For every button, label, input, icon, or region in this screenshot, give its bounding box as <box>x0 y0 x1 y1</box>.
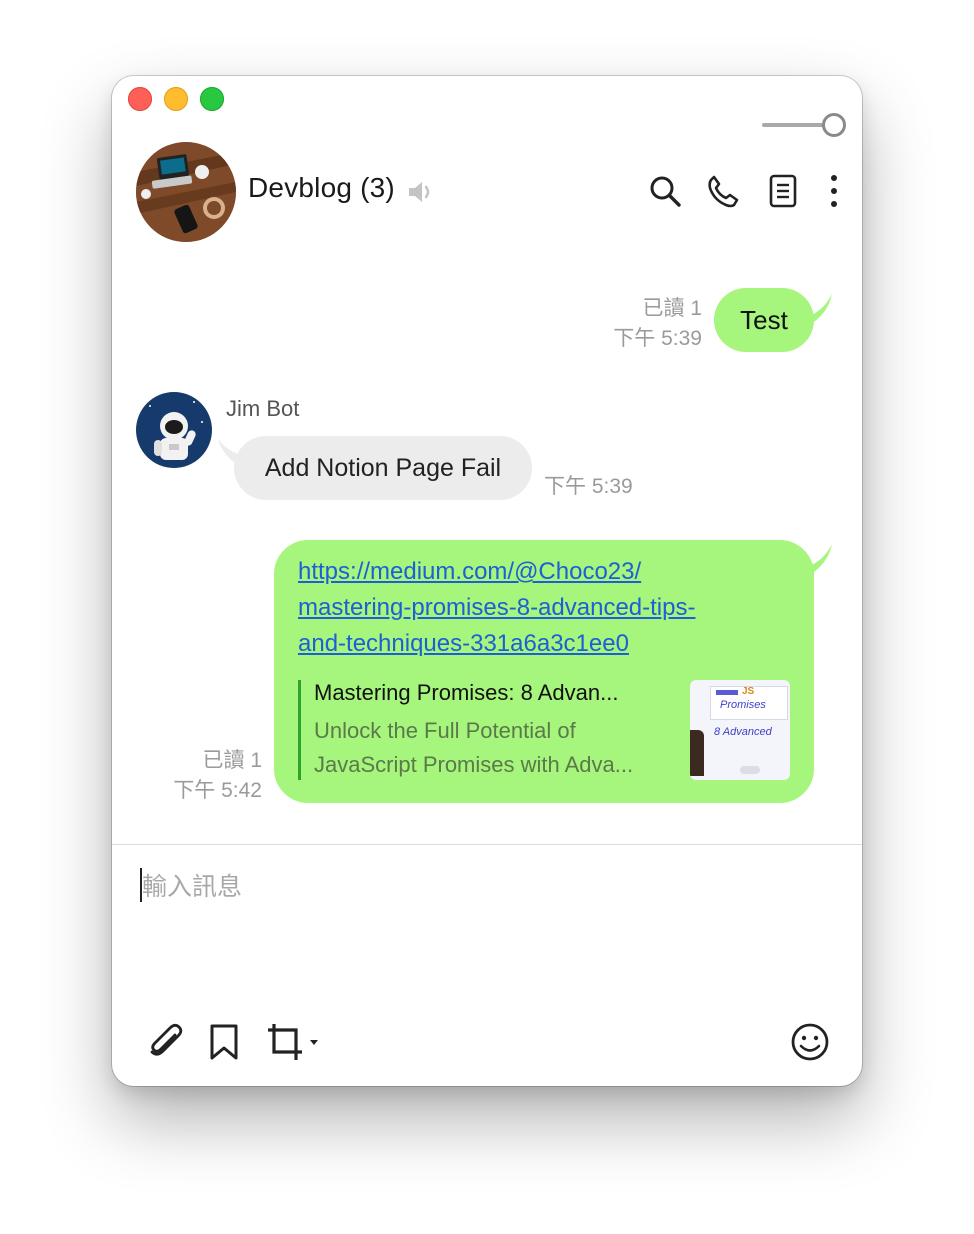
message-meta: 已讀 1 下午 5:42 <box>132 746 262 806</box>
message-input-area[interactable] <box>138 866 844 910</box>
message-text: Add Notion Page Fail <box>264 454 502 482</box>
maximize-window-button[interactable] <box>200 87 224 111</box>
message-link[interactable]: https://medium.com/@Choco23/ mastering-p… <box>298 554 798 662</box>
slider-knob[interactable] <box>822 113 846 137</box>
chat-title: Devblog (3) <box>248 172 395 204</box>
message-bubble[interactable]: Add Notion Page Fail <box>234 436 532 500</box>
preview-desc-line: JavaScript Promises with Adva... <box>314 752 634 777</box>
read-receipt: 已讀 1 <box>642 297 702 320</box>
group-avatar[interactable] <box>136 142 236 242</box>
link-message-bubble[interactable]: https://medium.com/@Choco23/ mastering-p… <box>274 540 814 803</box>
preview-thumbnail[interactable]: JS Promises 8 Advanced <box>690 680 790 780</box>
bookmark-icon[interactable] <box>208 1022 240 1067</box>
preview-bar <box>298 680 301 780</box>
member-count: (3) <box>360 172 395 203</box>
notes-icon[interactable] <box>767 174 799 213</box>
composer-divider <box>112 844 862 845</box>
preview-desc-line: Unlock the Full Potential of <box>314 718 576 743</box>
link-line[interactable]: mastering-promises-8-advanced-tips- <box>298 594 695 621</box>
more-icon[interactable] <box>824 174 844 213</box>
minimize-window-button[interactable] <box>164 87 188 111</box>
close-window-button[interactable] <box>128 87 152 111</box>
message-time: 下午 5:42 <box>173 779 262 802</box>
opacity-slider[interactable] <box>762 112 848 138</box>
read-receipt: 已讀 1 <box>202 749 262 772</box>
thumb-text: Promises <box>720 699 766 711</box>
chevron-down-icon <box>310 1040 318 1045</box>
slider-track <box>762 123 828 127</box>
emoji-icon[interactable] <box>790 1022 830 1067</box>
chat-window: Devblog (3) 已讀 1 下午 5:39 Test Jim Bot Ad… <box>112 76 862 1086</box>
mute-icon <box>406 178 434 211</box>
sender-name: Jim Bot <box>226 396 300 421</box>
preview-title: Mastering Promises: 8 Advan... <box>314 680 619 705</box>
paperclip-icon[interactable] <box>146 1022 186 1067</box>
link-line[interactable]: https://medium.com/@Choco23/ <box>298 558 641 585</box>
message-bubble[interactable]: Test <box>714 288 814 352</box>
message-meta: 已讀 1 下午 5:39 <box>552 294 702 354</box>
thumb-text: 8 Advanced <box>714 726 772 738</box>
preview-description: Unlock the Full Potential of JavaScript … <box>314 714 684 782</box>
crop-icon[interactable] <box>266 1022 322 1067</box>
search-icon[interactable] <box>648 174 682 213</box>
message-time: 下午 5:39 <box>613 327 702 350</box>
phone-icon[interactable] <box>706 174 740 213</box>
message-input[interactable] <box>138 866 844 908</box>
chat-name: Devblog <box>248 172 353 203</box>
message-time: 下午 5:39 <box>544 475 633 498</box>
sender-avatar[interactable] <box>136 392 212 468</box>
link-preview[interactable]: Mastering Promises: 8 Advan... Unlock th… <box>314 680 684 782</box>
thumb-text: JS <box>742 686 755 697</box>
message-text: Test <box>740 305 788 335</box>
link-line[interactable]: and-techniques-331a6a3c1ee0 <box>298 630 629 657</box>
